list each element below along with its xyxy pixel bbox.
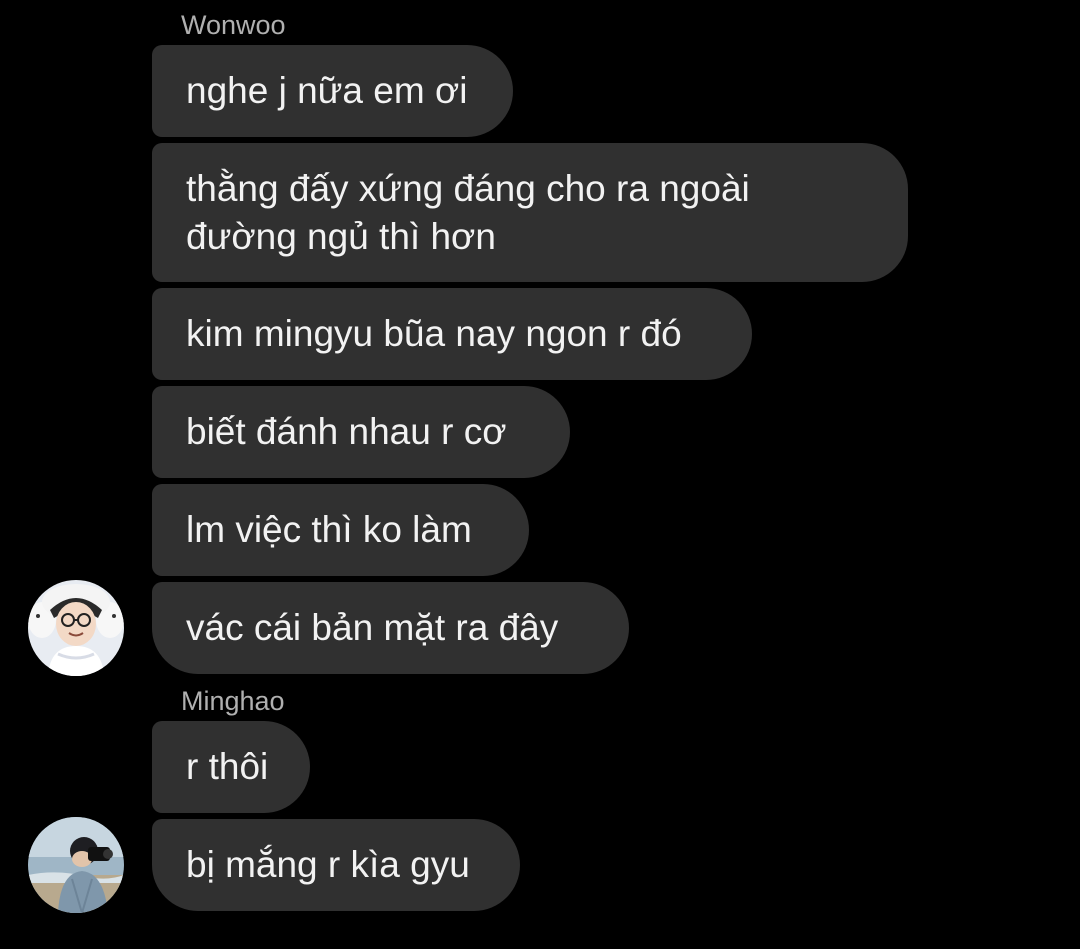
message-bubble[interactable]: vác cái bản mặt ra đây: [152, 582, 629, 674]
avatar-wonwoo-icon: [28, 580, 124, 676]
message-text: kim mingyu bũa nay ngon r đó: [186, 313, 682, 354]
avatar-minghao[interactable]: [28, 817, 124, 913]
message-text: thằng đấy xứng đáng cho ra ngoài đường n…: [186, 168, 750, 257]
message-text: biết đánh nhau r cơ: [186, 411, 507, 452]
message-bubble[interactable]: nghe j nữa em ơi: [152, 45, 513, 137]
message-bubble[interactable]: bị mắng r kìa gyu: [152, 819, 520, 911]
message-text: nghe j nữa em ơi: [186, 70, 468, 111]
avatar-minghao-icon: [28, 817, 124, 913]
message-text: bị mắng r kìa gyu: [186, 844, 470, 885]
message-bubble[interactable]: lm việc thì ko làm: [152, 484, 529, 576]
message-bubble[interactable]: thằng đấy xứng đáng cho ra ngoài đường n…: [152, 143, 908, 282]
message-text: r thôi: [186, 746, 269, 787]
avatar-wonwoo[interactable]: [28, 580, 124, 676]
message-text: vác cái bản mặt ra đây: [186, 607, 559, 648]
message-text: lm việc thì ko làm: [186, 509, 472, 550]
sender-name-minghao: Minghao: [181, 686, 285, 716]
message-bubble[interactable]: r thôi: [152, 721, 310, 813]
message-bubble[interactable]: kim mingyu bũa nay ngon r đó: [152, 288, 752, 380]
message-bubble[interactable]: biết đánh nhau r cơ: [152, 386, 570, 478]
sender-name-wonwoo: Wonwoo: [181, 10, 286, 40]
